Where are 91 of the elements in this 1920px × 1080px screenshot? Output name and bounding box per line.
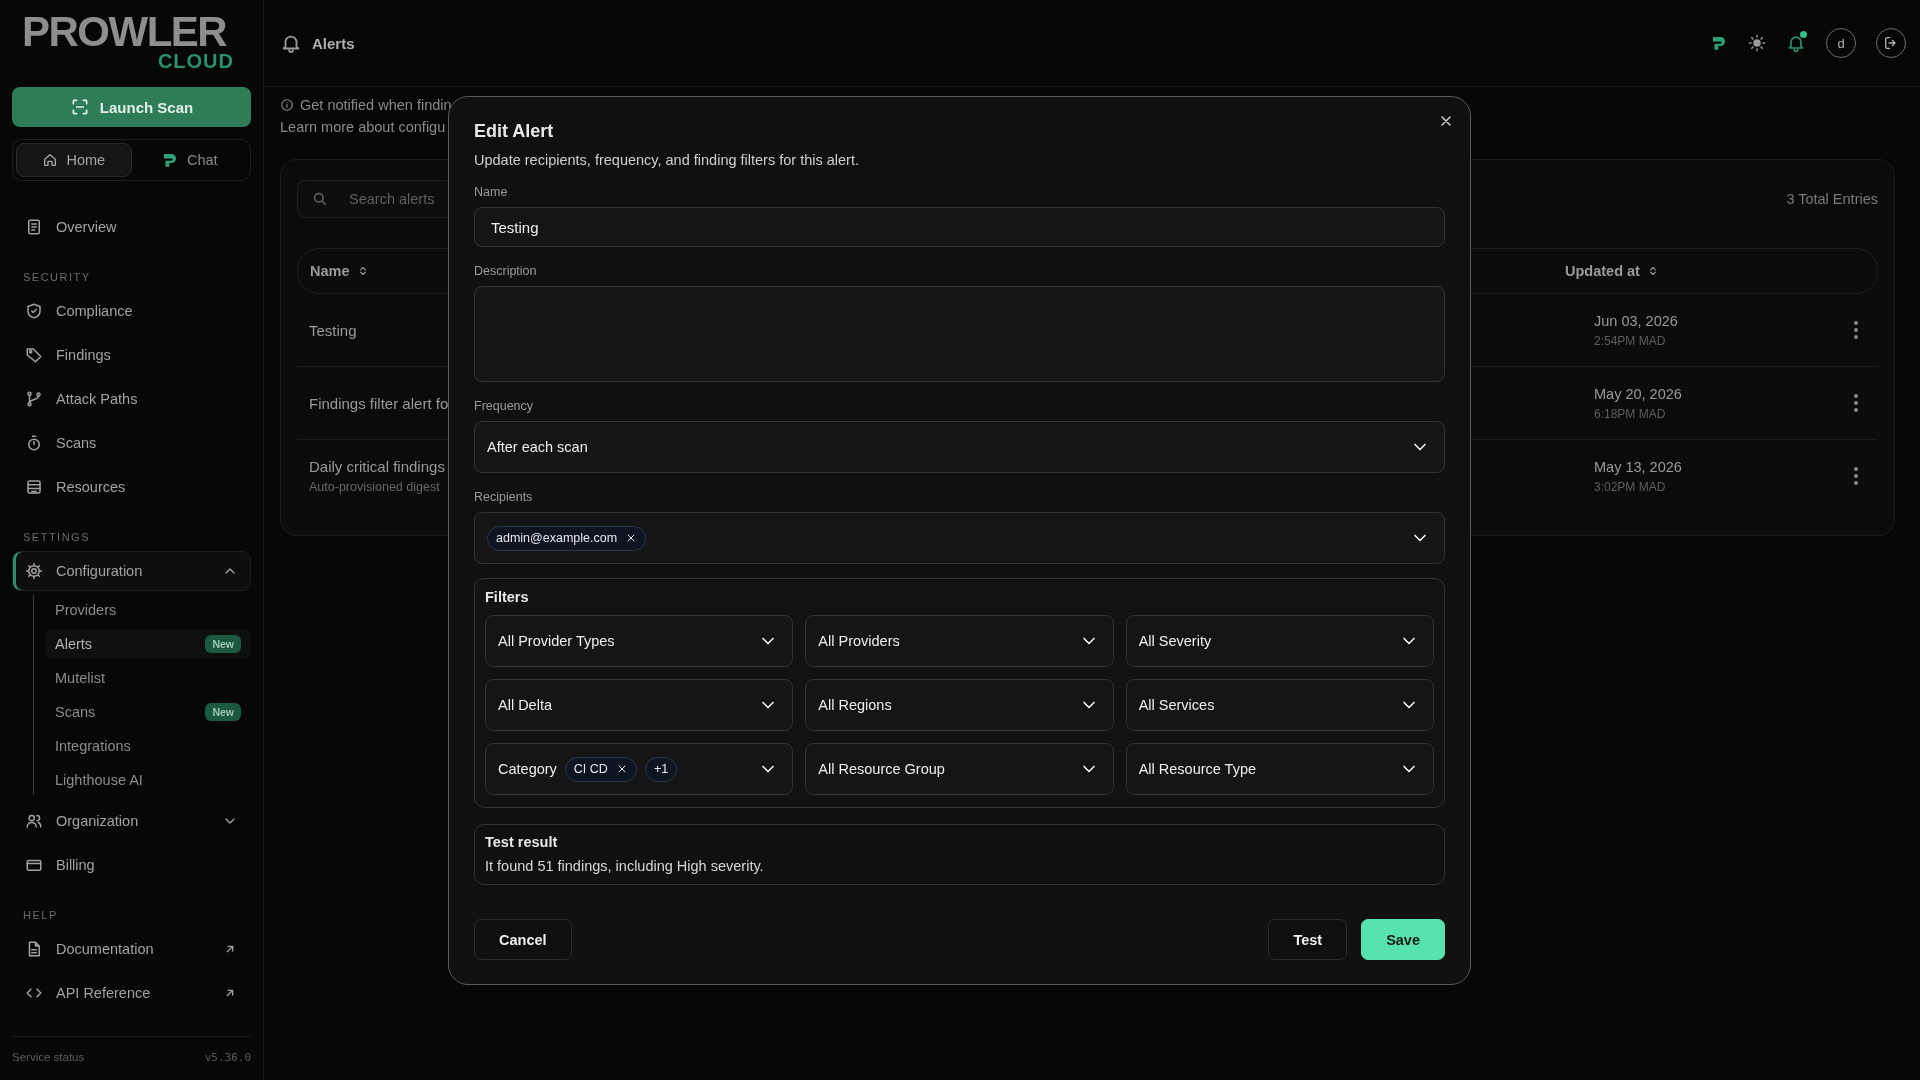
search-icon — [311, 190, 328, 207]
table-cell: Findings filter alert fo — [309, 394, 449, 412]
logo-wordmark: PROWLER — [22, 12, 227, 52]
sun-icon[interactable] — [1748, 34, 1766, 52]
nav-subitem[interactable]: Providers — [45, 595, 251, 625]
field-label: Name — [474, 185, 509, 199]
filter-select[interactable]: All Services — [1125, 679, 1434, 731]
description-field[interactable] — [474, 286, 1445, 382]
chat-tab[interactable]: Chat — [131, 143, 247, 177]
more-vertical-icon[interactable] — [1853, 466, 1859, 486]
column-header[interactable]: Name — [310, 263, 350, 279]
nav-subitem[interactable]: Scans New — [45, 697, 251, 727]
notifications-icon[interactable] — [1786, 33, 1806, 53]
branch-icon — [25, 390, 43, 408]
column-header[interactable]: Updated at — [1565, 263, 1640, 279]
filter-select[interactable]: All Regions — [805, 679, 1114, 731]
filter-select[interactable]: All Severity — [1125, 615, 1434, 667]
dialog-title: Edit Alert — [474, 121, 555, 142]
nav-item[interactable]: Organization — [12, 801, 251, 841]
nav-subitem[interactable]: Mutelist — [45, 663, 251, 693]
more-vertical-icon[interactable] — [1853, 393, 1859, 413]
table-cell: 3:02PM MAD — [1594, 479, 1666, 494]
gear-icon — [25, 562, 43, 580]
filter-select[interactable]: All Delta — [485, 679, 794, 731]
home-tab[interactable]: Home — [16, 143, 132, 177]
filters-title: Filters — [485, 589, 530, 605]
info-icon — [280, 98, 294, 112]
section-heading: SETTINGS — [22, 530, 91, 545]
table-cell: Daily critical findings — [309, 458, 445, 475]
total-entries: 3 Total Entries — [1786, 191, 1878, 207]
nav-item[interactable]: Overview — [12, 207, 251, 247]
filter-select[interactable]: All Providers — [805, 615, 1114, 667]
table-cell: May 20, 2026 — [1594, 385, 1682, 402]
tag-icon — [25, 346, 43, 364]
shield-icon — [25, 302, 43, 320]
nav-subitem[interactable]: Lighthouse AI — [45, 765, 251, 795]
secondary-button[interactable]: Cancel — [474, 919, 572, 960]
table-cell: Auto-provisioned digest — [309, 480, 440, 494]
nav-subitem[interactable]: Integrations — [45, 731, 251, 761]
table-cell: 6:18PM MAD — [1594, 406, 1666, 421]
table-cell: May 13, 2026 — [1594, 458, 1682, 475]
intro-text: Learn more about configu — [280, 119, 446, 135]
dialog-subtitle: Update recipients, frequency, and finding filters for this alert. — [474, 152, 860, 168]
table-cell: Jun 03, 2026 — [1594, 312, 1678, 329]
search-field[interactable]: Search alerts — [297, 180, 447, 218]
filter-select[interactable]: All Resource Type — [1125, 743, 1434, 795]
new-badge: New — [205, 703, 241, 721]
launch-scan-button[interactable]: Launch Scan — [12, 87, 251, 127]
users-icon — [25, 812, 43, 830]
intro-text: Get notified when findin — [300, 97, 452, 113]
nav-item[interactable]: Documentation — [12, 929, 251, 969]
bell-icon — [1786, 33, 1806, 53]
section-heading: HELP — [22, 908, 59, 923]
primary-button[interactable]: Save — [1361, 919, 1445, 960]
test-result-title: Test result — [485, 834, 559, 850]
home-icon — [42, 152, 59, 168]
category-chip[interactable]: CI CD — [564, 756, 637, 782]
nav-item[interactable]: Attack Paths — [12, 379, 251, 419]
more-vertical-icon[interactable] — [1853, 320, 1859, 340]
filter-select[interactable]: All Provider Types — [485, 615, 794, 667]
recipient-chip[interactable]: admin@example.com — [487, 525, 647, 551]
field-label: Frequency — [474, 399, 535, 413]
lighthouse-logo-icon[interactable] — [1710, 34, 1728, 52]
test-result-text: It found 51 findings, including High severity. — [485, 858, 764, 874]
nav-item[interactable]: Configuration — [12, 551, 251, 591]
nav-item[interactable]: Resources — [12, 467, 251, 507]
nav-item[interactable]: API Reference — [12, 973, 251, 1013]
recipients-select[interactable]: admin@example.com — [474, 512, 1445, 564]
page-title: Alerts — [312, 34, 356, 52]
name-field[interactable]: Testing — [474, 207, 1445, 247]
logo-subtitle: CLOUD — [157, 50, 234, 73]
building-icon — [25, 478, 43, 496]
nav-item[interactable]: Scans — [12, 423, 251, 463]
nav-item[interactable]: Findings — [12, 335, 251, 375]
nav-subitem[interactable]: Alerts New — [45, 629, 251, 659]
nav-item[interactable]: Compliance — [12, 291, 251, 331]
filter-select[interactable]: Category CI CD +1 — [485, 743, 794, 795]
secondary-button[interactable]: Test — [1268, 919, 1348, 960]
filter-select[interactable]: All Resource Group — [805, 743, 1114, 795]
section-heading: SECURITY — [22, 270, 92, 285]
version-label: v5.36.0 — [204, 1051, 251, 1064]
table-cell: 2:54PM MAD — [1594, 333, 1666, 348]
new-badge: New — [205, 635, 241, 653]
frequency-select[interactable]: After each scan — [474, 421, 1445, 473]
field-label: Recipients — [474, 490, 534, 504]
field-label: Description — [474, 264, 538, 278]
document-icon — [25, 218, 43, 236]
table-cell: Testing — [309, 321, 357, 339]
nav-item[interactable]: Billing — [12, 845, 251, 885]
more-count-badge: +1 — [644, 756, 678, 782]
timer-icon — [25, 434, 43, 452]
